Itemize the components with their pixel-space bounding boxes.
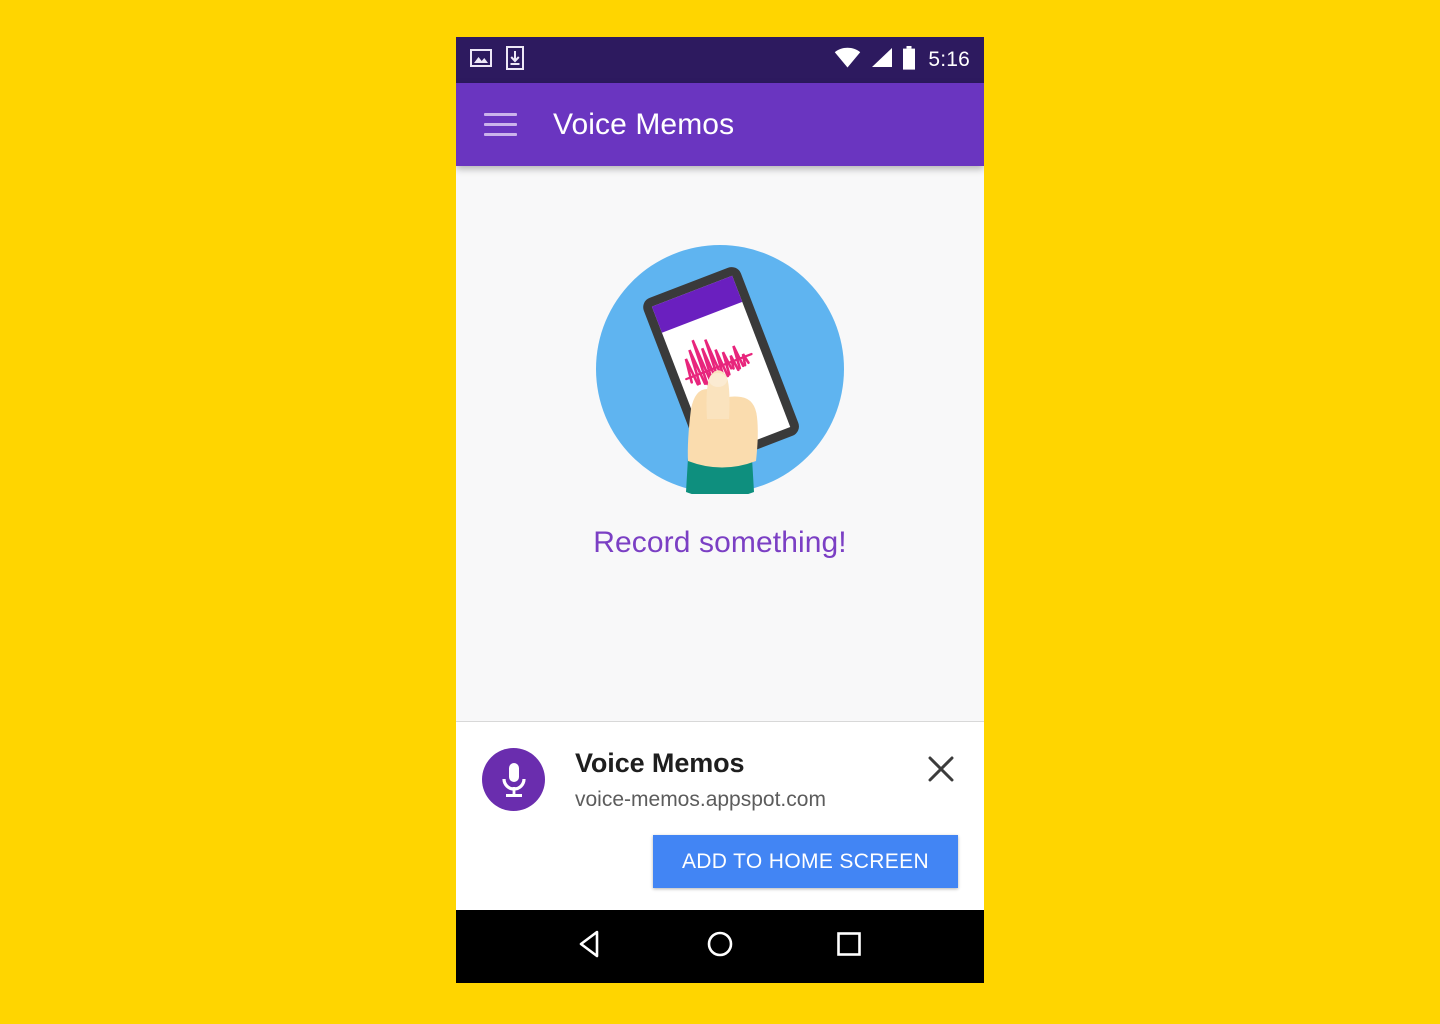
menu-line: [484, 113, 517, 116]
android-navigation-bar: [456, 910, 984, 983]
banner-app-name: Voice Memos: [575, 748, 745, 778]
home-button[interactable]: [694, 921, 746, 973]
download-icon: [506, 45, 524, 75]
status-bar-clock: 5:16: [928, 48, 970, 71]
image-icon: [470, 47, 492, 74]
app-bar: Voice Memos: [456, 83, 984, 166]
banner-header: Voice Memos voice-memos.appspot.com: [482, 746, 958, 812]
close-icon[interactable]: [924, 752, 958, 786]
recents-button[interactable]: [823, 921, 875, 973]
status-bar: 5:16: [456, 37, 984, 83]
status-bar-right-icons: 5:16: [834, 45, 970, 75]
banner-text-group: Voice Memos voice-memos.appspot.com: [575, 746, 924, 812]
add-to-home-screen-banner: Voice Memos voice-memos.appspot.com ADD …: [456, 721, 984, 910]
status-bar-left-icons: [470, 45, 524, 75]
menu-line: [484, 123, 517, 126]
add-to-home-screen-button[interactable]: ADD TO HOME SCREEN: [652, 835, 958, 888]
circle-home-icon: [703, 927, 737, 966]
android-device-frame: 5:16 Voice Memos Record something! Voice…: [456, 37, 984, 983]
microphone-icon: [482, 748, 545, 811]
page-title: Voice Memos: [553, 107, 735, 141]
battery-icon: [902, 45, 916, 75]
banner-origin-url: voice-memos.appspot.com: [575, 788, 826, 811]
cellular-signal-icon: [870, 47, 893, 73]
main-content: Record something!: [456, 166, 984, 721]
back-button[interactable]: [565, 921, 617, 973]
triangle-back-icon: [574, 927, 608, 966]
banner-actions: ADD TO HOME SCREEN: [482, 835, 958, 888]
empty-state-message: Record something!: [593, 525, 847, 559]
hamburger-menu-icon[interactable]: [484, 105, 524, 145]
square-recents-icon: [832, 927, 866, 966]
menu-line: [484, 133, 517, 136]
hand-holding-phone-recording-illustration: [596, 244, 844, 494]
wifi-icon: [834, 47, 861, 73]
